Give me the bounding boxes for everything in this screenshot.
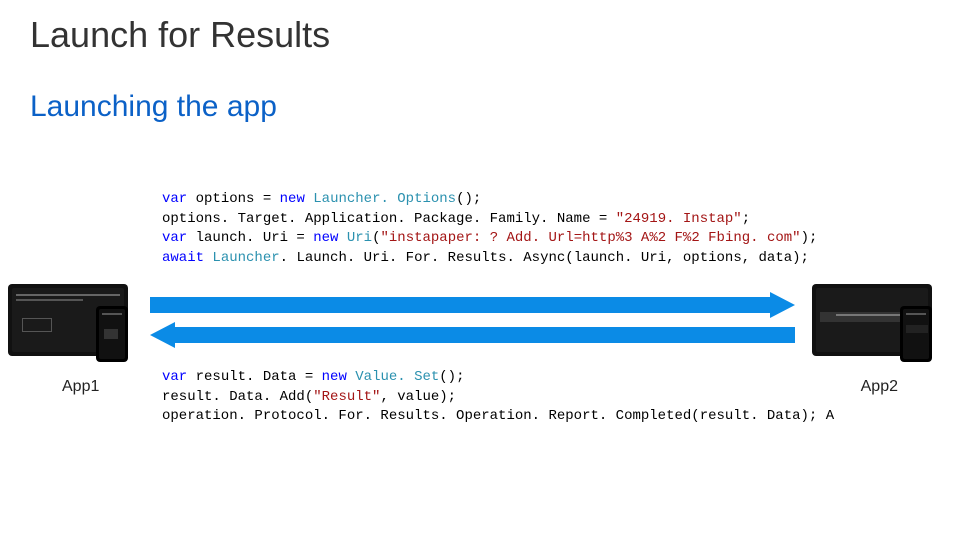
slide-title: Launch for Results — [30, 14, 330, 56]
keyword: await — [162, 250, 204, 266]
app1-devices — [8, 284, 148, 364]
code-block-call: var options = new Launcher. Options(); o… — [162, 190, 817, 268]
keyword: var — [162, 230, 187, 246]
type-name: Value. Set — [347, 369, 439, 385]
app1-label: App1 — [62, 378, 99, 396]
keyword: new — [280, 191, 305, 207]
code-block-result: var result. Data = new Value. Set(); res… — [162, 368, 834, 427]
arrow-left-icon — [150, 322, 795, 348]
code-text: operation. Protocol. For. Results. Opera… — [162, 408, 834, 424]
string-literal: "instapaper: ? Add. Url=http%3 A%2 F%2 F… — [380, 230, 800, 246]
phone-icon — [96, 306, 128, 362]
code-text: launch. Uri = — [187, 230, 313, 246]
code-text: options = — [187, 191, 279, 207]
device-group — [812, 284, 952, 364]
app2-label: App2 — [861, 378, 898, 396]
code-text: (); — [439, 369, 464, 385]
code-text: . Launch. Uri. For. Results. Async(launc… — [280, 250, 809, 266]
code-text: ); — [801, 230, 818, 246]
arrow-right-icon — [150, 292, 795, 318]
type-name: Launcher. Options — [305, 191, 456, 207]
code-text: (); — [456, 191, 481, 207]
string-literal: "Result" — [313, 389, 380, 405]
keyword: new — [322, 369, 347, 385]
code-text: result. Data. Add( — [162, 389, 313, 405]
slide: Launch for Results Launching the app var… — [0, 0, 960, 540]
code-text: options. Target. Application. Package. F… — [162, 211, 616, 227]
type-name: Uri — [338, 230, 372, 246]
string-literal: "24919. Instap" — [616, 211, 742, 227]
type-name: Launcher — [204, 250, 280, 266]
slide-subtitle: Launching the app — [30, 90, 277, 124]
device-group — [8, 284, 148, 364]
keyword: new — [313, 230, 338, 246]
code-text: , value); — [380, 389, 456, 405]
keyword: var — [162, 369, 187, 385]
phone-icon — [900, 306, 932, 362]
app2-devices — [812, 284, 952, 364]
code-text: result. Data = — [187, 369, 321, 385]
keyword: var — [162, 191, 187, 207]
code-text: ; — [742, 211, 750, 227]
